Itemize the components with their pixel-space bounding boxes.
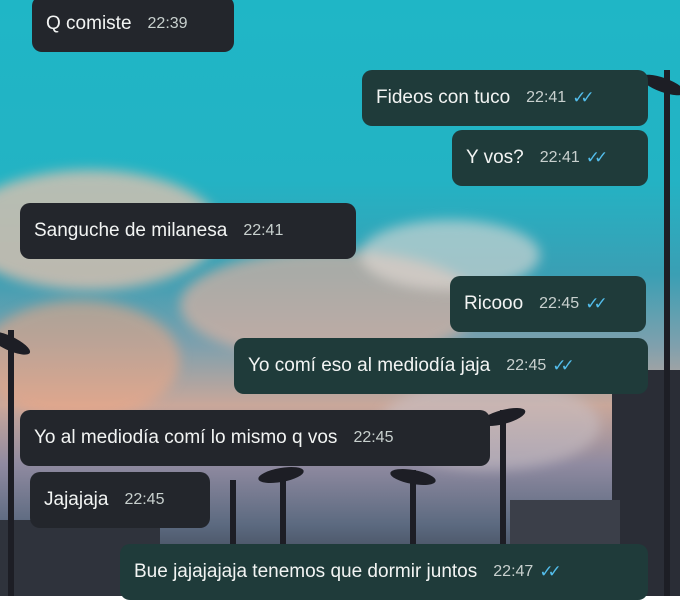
cloud [0,300,180,420]
message-time: 22:41 [539,149,580,166]
message-outgoing[interactable]: Y vos? 22:41 ✓✓ [452,130,648,186]
message-outgoing[interactable]: Yo comí eso al mediodía jaja 22:45 ✓✓ [234,338,648,394]
message-time: 22:39 [147,15,188,32]
message-time: 22:45 [124,491,165,508]
message-text: Q comiste [46,13,132,34]
message-text: Yo al mediodía comí lo mismo q vos [34,427,338,448]
message-time: 22:45 [539,295,580,312]
message-text: Fideos con tuco [376,87,511,108]
read-receipt-icon: ✓✓ [585,294,608,313]
message-incoming[interactable]: Jajajaja 22:45 [30,472,210,528]
read-receipt-icon: ✓✓ [552,356,575,375]
palm-tree [664,70,670,596]
message-text: Bue jajajajaja tenemos que dormir juntos [134,561,478,582]
message-outgoing[interactable]: Bue jajajajaja tenemos que dormir juntos… [120,544,648,600]
message-time: 22:47 [493,563,534,580]
message-outgoing[interactable]: Ricooo 22:45 ✓✓ [450,276,646,332]
palm-tree [8,330,14,596]
message-time: 22:41 [243,222,284,239]
message-incoming[interactable]: Sanguche de milanesa 22:41 [20,203,356,259]
message-text: Jajajaja [44,489,109,510]
read-receipt-icon: ✓✓ [572,88,595,107]
message-text: Sanguche de milanesa [34,220,228,241]
message-incoming[interactable]: Q comiste 22:39 [32,0,234,52]
message-outgoing[interactable]: Fideos con tuco 22:41 ✓✓ [362,70,648,126]
message-time: 22:45 [506,357,547,374]
message-text: Yo comí eso al mediodía jaja [248,355,491,376]
message-time: 22:45 [353,429,394,446]
message-text: Ricooo [464,293,524,314]
read-receipt-icon: ✓✓ [585,148,609,167]
message-time: 22:41 [526,89,567,106]
message-text: Y vos? [466,147,524,168]
message-incoming[interactable]: Yo al mediodía comí lo mismo q vos 22:45 [20,410,490,466]
read-receipt-icon: ✓✓ [539,562,562,581]
